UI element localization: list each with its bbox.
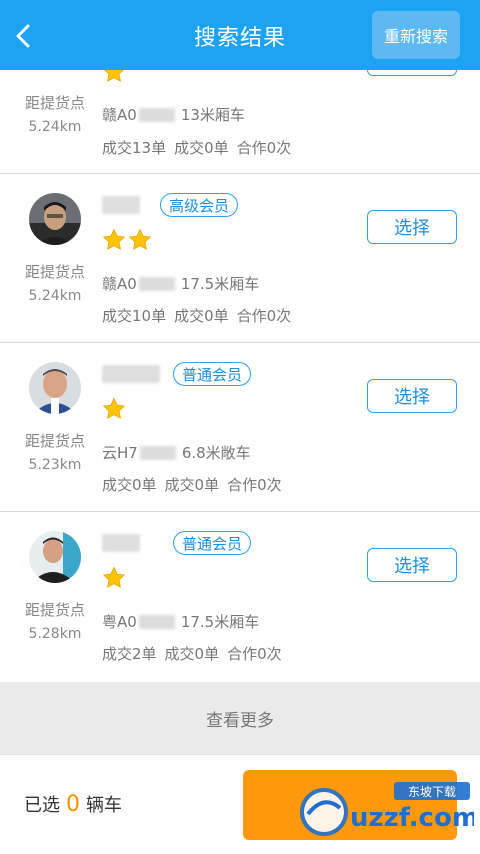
stat-coop: 合作0次 — [236, 307, 292, 325]
distance-label: 距提货点 — [24, 432, 85, 450]
member-badge: 普通会员 — [173, 362, 252, 386]
stat-deals-2: 成交0单 — [174, 139, 229, 157]
rating-stars — [102, 397, 126, 421]
research-button[interactable]: 重新搜索 — [372, 11, 460, 59]
stat-deals-2: 成交0单 — [164, 476, 220, 494]
trade-stats: 成交13单 成交0单 合作0次 — [102, 137, 291, 158]
list-item: 普通会员 选择 距提货点 5.28km 粤A0 17.5米厢车 成交2单 成交0… — [0, 512, 480, 682]
distance-label: 距提货点 — [24, 263, 85, 281]
vehicle-info: 云H7 6.8米敞车 — [102, 442, 251, 463]
plate-redacted — [139, 445, 176, 460]
watermark-tag: 东坡下载 — [408, 785, 456, 799]
stat-coop: 合作0次 — [227, 476, 282, 494]
trade-stats: 成交0单 成交0单 合作0次 — [102, 474, 282, 495]
star-icon — [102, 566, 126, 588]
stat-deals-2: 成交0单 — [164, 645, 220, 663]
stat-deals: 成交10单 — [102, 307, 167, 325]
rating-stars — [102, 228, 152, 252]
plate-redacted — [138, 614, 175, 629]
distance-label: 距提货点 — [24, 94, 85, 112]
member-badge: 高级会员 — [160, 193, 239, 217]
watermark-brand: uzzf.com — [350, 803, 474, 833]
vehicle-desc: 17.5米厢车 — [180, 275, 260, 293]
stat-coop: 合作0次 — [236, 139, 292, 157]
list-item: 普通会员 选择 距提货点 5.23km 云H7 6.8米敞车 成交0单 成交0单… — [0, 343, 480, 512]
back-button[interactable] — [8, 16, 44, 56]
stat-deals: 成交0单 — [102, 476, 157, 494]
rating-stars — [102, 566, 126, 590]
plate-prefix: 粤A0 — [102, 613, 137, 631]
stat-deals: 成交2单 — [102, 645, 157, 663]
selected-count: 0 — [66, 792, 80, 817]
vehicle-info: 赣A0 13米厢车 — [102, 104, 245, 125]
selected-suffix: 辆车 — [86, 795, 122, 816]
chevron-left-icon — [16, 24, 30, 48]
plate-prefix: 赣A0 — [102, 275, 137, 293]
select-button[interactable]: 选择 — [367, 210, 457, 244]
app-header: 搜索结果 重新搜索 — [0, 0, 480, 70]
select-button[interactable]: 选择 — [367, 548, 457, 582]
selected-prefix: 已选 — [24, 795, 60, 816]
plate-prefix: 云H7 — [102, 444, 138, 462]
distance-value: 5.28km — [28, 626, 82, 642]
list-item: 高级会员 选择 距提货点 5.24km 赣A0 17.5米厢车 成交10单 成交… — [0, 174, 480, 343]
stat-deals: 成交13单 — [102, 139, 167, 157]
driver-name-redacted — [102, 534, 140, 552]
site-watermark: 东坡下载 uzzf.com — [294, 778, 479, 842]
vehicle-desc: 6.8米敞车 — [181, 444, 251, 462]
vehicle-info: 粤A0 17.5米厢车 — [102, 611, 259, 632]
stat-coop: 合作0次 — [227, 645, 282, 663]
distance-value: 5.23km — [28, 457, 82, 473]
trade-stats: 成交2单 成交0单 合作0次 — [102, 643, 282, 664]
distance-value: 5.24km — [28, 288, 82, 304]
driver-name-redacted — [102, 365, 160, 383]
driver-name-redacted — [102, 196, 140, 214]
plate-redacted — [138, 107, 175, 122]
vehicle-info: 赣A0 17.5米厢车 — [102, 273, 259, 294]
load-more-button[interactable]: 查看更多 — [0, 682, 480, 754]
plate-redacted — [138, 276, 175, 291]
member-badge: 普通会员 — [173, 531, 252, 555]
star-icon — [102, 397, 126, 419]
star-icon — [128, 228, 152, 250]
star-icon — [102, 228, 126, 250]
vehicle-desc: 17.5米厢车 — [180, 613, 260, 631]
trade-stats: 成交10单 成交0单 合作0次 — [102, 305, 291, 326]
avatar — [29, 531, 81, 583]
vehicle-desc: 13米厢车 — [180, 106, 245, 124]
distance-value: 5.24km — [28, 119, 82, 135]
plate-prefix: 赣A0 — [102, 106, 137, 124]
avatar — [29, 193, 81, 245]
avatar — [29, 362, 81, 414]
selected-summary: 已选 0 辆车 — [24, 791, 122, 817]
select-button[interactable]: 选择 — [367, 379, 457, 413]
distance-label: 距提货点 — [24, 601, 85, 619]
stat-deals-2: 成交0单 — [174, 307, 229, 325]
